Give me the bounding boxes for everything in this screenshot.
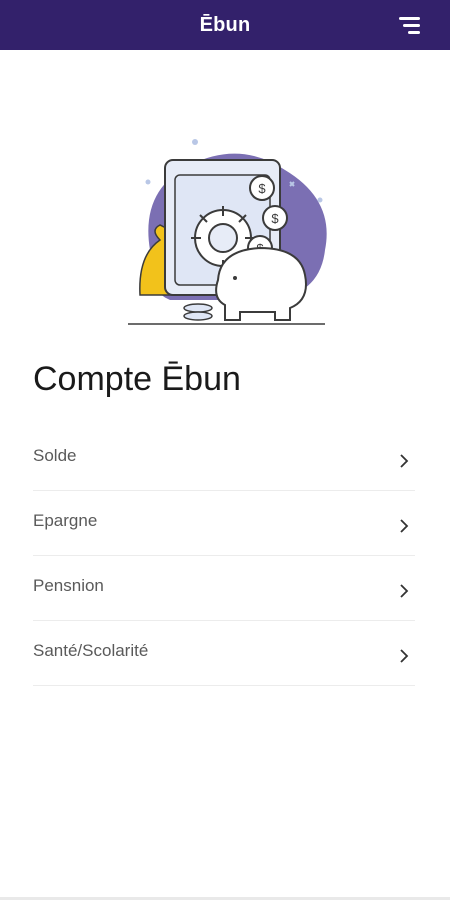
chevron-right-icon — [400, 584, 409, 598]
page-title: Compte Ēbun — [33, 360, 241, 398]
menu-item-label: Solde — [33, 446, 77, 465]
svg-text:$: $ — [258, 181, 266, 196]
menu-item-label: Santé/Scolarité — [33, 641, 149, 660]
hamburger-menu-icon[interactable] — [398, 17, 420, 35]
menu-item-pension[interactable]: Pensnion — [33, 556, 415, 621]
menu-item-label: Epargne — [33, 511, 98, 530]
chevron-right-icon — [400, 649, 409, 663]
safe-piggy-bank-illustration: $ $ $ — [128, 139, 327, 325]
menu-item-label: Pensnion — [33, 576, 104, 595]
chevron-right-icon — [400, 454, 409, 468]
menu-item-epargne[interactable]: Epargne — [33, 491, 415, 556]
menu-item-solde[interactable]: Solde — [33, 426, 415, 491]
svg-text:$: $ — [271, 211, 279, 226]
menu-item-sante-scolarite[interactable]: Santé/Scolarité — [33, 621, 415, 686]
app-header: Ēbun — [0, 0, 450, 50]
app-title: Ēbun — [199, 13, 251, 36]
chevron-right-icon — [400, 519, 409, 533]
account-menu-list: Solde Epargne Pensnion Santé/Scolarité — [33, 426, 415, 686]
